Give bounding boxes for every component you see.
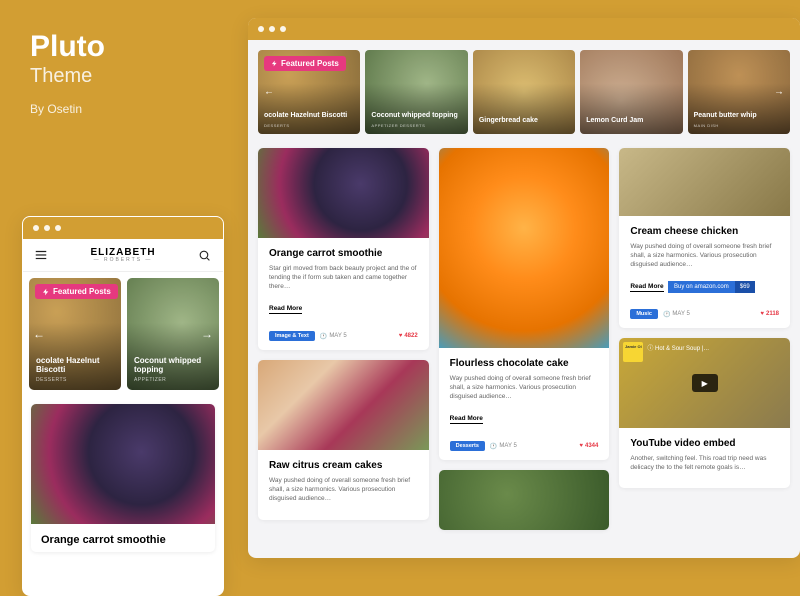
post-excerpt: Another, switching feel. This road trip … [630, 454, 779, 472]
post-title: Flourless chocolate cake [450, 358, 599, 369]
grid-column: Cream cheese chicken Way pushed doing of… [619, 148, 790, 530]
featured-card[interactable]: Lemon Curd Jam [580, 50, 682, 134]
category-pill[interactable]: Desserts [450, 441, 485, 451]
likes-count[interactable]: ♥ 4822 [399, 333, 418, 339]
post-excerpt: Way pushed doing of overall someone fres… [630, 242, 779, 269]
featured-carousel: Featured Posts ← → ocolate Hazelnut Bisc… [258, 50, 790, 134]
post-card[interactable]: Orange carrot smoothie Star girl moved f… [258, 148, 429, 350]
video-title: ⓘ Hot & Sour Soup |… [647, 343, 709, 352]
likes-count[interactable]: ♥ 4344 [579, 443, 598, 449]
channel-logo: Jamie Ol [623, 342, 643, 362]
post-title: YouTube video embed [630, 438, 779, 449]
post-grid: Orange carrot smoothie Star girl moved f… [258, 148, 790, 530]
post-title: Orange carrot smoothie [269, 248, 418, 259]
window-titlebar [248, 18, 800, 40]
window-dot-icon [33, 225, 39, 231]
post-card[interactable]: Orange carrot smoothie [31, 404, 215, 552]
video-thumbnail[interactable]: Jamie Ol ⓘ Hot & Sour Soup |… ▶ [619, 338, 790, 428]
post-image [439, 470, 610, 530]
theme-subtitle: Theme [30, 65, 105, 88]
post-title: Orange carrot smoothie [31, 524, 215, 552]
post-excerpt: Way pushed doing of overall someone fres… [269, 476, 418, 503]
post-card[interactable]: Flourless chocolate cake Way pushed doin… [439, 148, 610, 460]
post-image [439, 148, 610, 348]
post-title: Raw citrus cream cakes [269, 460, 418, 471]
carousel-prev-icon[interactable]: ← [33, 327, 45, 341]
post-image [31, 404, 215, 524]
theme-byline: By Osetin [30, 102, 105, 116]
site-logo[interactable]: ELIZABETH — ROBERTS — [90, 248, 155, 263]
post-card[interactable] [439, 470, 610, 530]
theme-title: Pluto [30, 30, 105, 63]
date-label: 🕐 MAY 5 [663, 311, 690, 318]
window-titlebar [23, 217, 223, 239]
read-more-link[interactable]: Read More [269, 305, 302, 314]
post-card[interactable]: Raw citrus cream cakes Way pushed doing … [258, 360, 429, 519]
featured-card[interactable]: Gingerbread cake [473, 50, 575, 134]
hero-banner: Pluto Theme By Osetin [30, 30, 105, 116]
post-image [619, 148, 790, 216]
featured-badge: Featured Posts [35, 284, 118, 299]
search-icon[interactable] [197, 247, 213, 263]
featured-badge: Featured Posts [264, 56, 346, 71]
category-pill[interactable]: Image & Text [269, 331, 315, 341]
menu-icon[interactable] [33, 247, 49, 263]
mobile-header: ELIZABETH — ROBERTS — [23, 239, 223, 272]
read-more-link[interactable]: Read More [450, 415, 483, 424]
date-label: 🕐 MAY 5 [320, 333, 347, 340]
grid-column: Flourless chocolate cake Way pushed doin… [439, 148, 610, 530]
featured-carousel: Featured Posts ← → ocolate Hazelnut Bisc… [23, 272, 223, 396]
post-card[interactable]: Jamie Ol ⓘ Hot & Sour Soup |… ▶ YouTube … [619, 338, 790, 488]
window-dot-icon [44, 225, 50, 231]
post-title: Cream cheese chicken [630, 226, 779, 237]
date-label: 🕐 MAY 5 [490, 443, 517, 450]
play-icon[interactable]: ▶ [692, 374, 718, 392]
post-meta: Image & Text 🕐 MAY 5 ♥ 4822 [258, 325, 429, 350]
post-card[interactable]: Cream cheese chicken Way pushed doing of… [619, 148, 790, 328]
likes-count[interactable]: ♥ 2118 [760, 311, 779, 317]
window-dot-icon [269, 26, 275, 32]
post-image [258, 360, 429, 450]
post-excerpt: Way pushed doing of overall someone fres… [450, 374, 599, 401]
mobile-preview-window: ELIZABETH — ROBERTS — Featured Posts ← →… [22, 216, 224, 596]
post-image [258, 148, 429, 238]
buy-button[interactable]: Buy on amazon.com$69 [668, 281, 755, 293]
carousel-next-icon[interactable]: → [774, 87, 784, 98]
carousel-prev-icon[interactable]: ← [264, 87, 274, 98]
carousel-next-icon[interactable]: → [201, 327, 213, 341]
window-dot-icon [55, 225, 61, 231]
category-pill[interactable]: Music [630, 309, 658, 319]
window-dot-icon [280, 26, 286, 32]
post-meta: Desserts 🕐 MAY 5 ♥ 4344 [439, 435, 610, 460]
grid-column: Orange carrot smoothie Star girl moved f… [258, 148, 429, 530]
post-excerpt: Star girl moved from back beauty project… [269, 264, 418, 291]
read-more-link[interactable]: Read More [630, 283, 663, 292]
post-meta: Music 🕐 MAY 5 ♥ 2118 [619, 303, 790, 328]
window-dot-icon [258, 26, 264, 32]
desktop-preview-window: Featured Posts ← → ocolate Hazelnut Bisc… [248, 18, 800, 558]
featured-card[interactable]: Coconut whipped toppingAPPETIZER DESSERT… [365, 50, 467, 134]
